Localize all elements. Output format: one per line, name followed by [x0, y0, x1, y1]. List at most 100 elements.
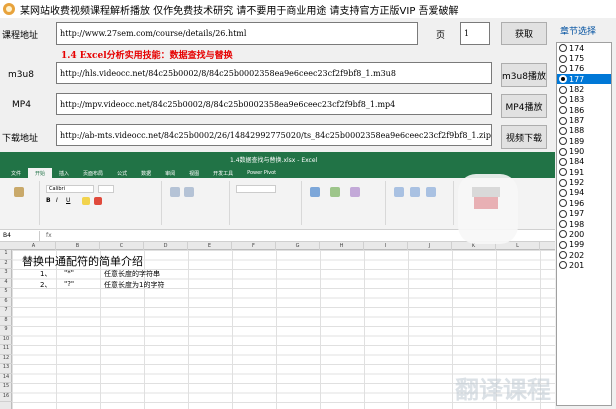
radio-button[interactable]: [559, 137, 567, 146]
chapter-item[interactable]: 197: [557, 209, 611, 219]
radio-button[interactable]: [559, 64, 567, 73]
radio-button[interactable]: [559, 95, 567, 104]
radio-button[interactable]: [559, 230, 567, 239]
chapter-label: 191: [569, 167, 585, 177]
ribbon-tab: 页面布局: [83, 170, 104, 177]
radio-button[interactable]: [559, 251, 567, 260]
row-header: 1: [0, 250, 12, 260]
title-bar: 某网站收费视频课程解析播放 仅作免费技术研究 请不要用于商业用途 请支持官方正版…: [0, 0, 616, 18]
chapter-item[interactable]: 175: [557, 53, 611, 63]
course-url-input[interactable]: http://www.27sem.com/course/details/26.h…: [56, 22, 418, 45]
font-group: Calibri B I U: [42, 181, 162, 225]
column-header: H: [320, 242, 364, 250]
radio-button[interactable]: [559, 75, 567, 84]
chapter-item[interactable]: 196: [557, 198, 611, 208]
chapter-label: 183: [569, 95, 585, 105]
chapter-item[interactable]: 184: [557, 157, 611, 167]
blurred-overlay-gray: [472, 187, 500, 197]
video-download-button[interactable]: 视频下载: [501, 125, 547, 149]
radio-button[interactable]: [559, 116, 567, 125]
chapter-item[interactable]: 187: [557, 115, 611, 125]
page-input[interactable]: 1: [460, 22, 490, 45]
chapter-item[interactable]: 183: [557, 95, 611, 105]
video-frame[interactable]: 1.4数据查找与替换.xlsx - Excel 文件 开始 插入 页面布局 公式 数据 审阅…: [0, 152, 555, 409]
course-url-label: 课程地址: [2, 31, 39, 41]
radio-button[interactable]: [559, 240, 567, 249]
row-header: 7: [0, 307, 12, 317]
chapter-item[interactable]: 189: [557, 136, 611, 146]
chapter-label: 192: [569, 178, 585, 188]
chapter-item[interactable]: 177: [557, 74, 611, 85]
chapter-item[interactable]: 194: [557, 188, 611, 198]
font-size-box: [98, 185, 114, 193]
chapter-label: 194: [569, 188, 585, 198]
chapter-item[interactable]: 188: [557, 126, 611, 136]
column-header: A: [12, 242, 56, 250]
name-box: B4: [0, 230, 40, 241]
m3u8-play-button[interactable]: m3u8播放: [501, 63, 547, 87]
row-header: 9: [0, 326, 12, 336]
ribbon-tab: 审阅: [165, 170, 176, 177]
underline-icon: U: [66, 197, 71, 204]
watermark: 翻译课程: [455, 376, 551, 404]
font-name-box: Calibri: [46, 185, 94, 193]
radio-button[interactable]: [559, 147, 567, 156]
chapter-item[interactable]: 200: [557, 229, 611, 239]
mp4-play-button[interactable]: MP4播放: [501, 94, 547, 118]
chapter-label: 188: [569, 126, 585, 136]
radio-button[interactable]: [559, 199, 567, 208]
fetch-button[interactable]: 获取: [501, 22, 547, 45]
chapter-item[interactable]: 199: [557, 240, 611, 250]
download-label: 下载地址: [2, 134, 39, 144]
radio-button[interactable]: [559, 178, 567, 187]
chapter-item[interactable]: 202: [557, 250, 611, 260]
wrap-text-icon: [184, 187, 194, 197]
insert-icon: [394, 187, 404, 197]
column-header: E: [188, 242, 232, 250]
chapter-item[interactable]: 198: [557, 219, 611, 229]
radio-button[interactable]: [559, 157, 567, 166]
chapter-item[interactable]: 176: [557, 64, 611, 74]
cell-styles-icon: [350, 187, 360, 197]
m3u8-url-input[interactable]: http://hls.videocc.net/84c25b0002/8/84c2…: [56, 62, 492, 84]
radio-button[interactable]: [559, 220, 567, 229]
chapter-item[interactable]: 182: [557, 84, 611, 94]
sheet-heading: 替换中通配符的简单介绍: [22, 255, 143, 268]
radio-button[interactable]: [559, 261, 567, 270]
chapter-item[interactable]: 186: [557, 105, 611, 115]
chapter-item[interactable]: 174: [557, 43, 611, 53]
clipboard-group: [2, 181, 40, 225]
chapter-label: 200: [569, 229, 585, 239]
mp4-url-input[interactable]: http://mpv.videocc.net/84c25b0002/8/84c2…: [56, 93, 492, 115]
radio-button[interactable]: [559, 209, 567, 218]
fx-icon: fx: [46, 232, 52, 239]
download-url-input[interactable]: http://ab-mts.videocc.net/84c25b0002/26/…: [56, 124, 492, 146]
chapter-label: 198: [569, 219, 585, 229]
chapter-label: 182: [569, 85, 585, 95]
radio-button[interactable]: [559, 168, 567, 177]
chapter-label: 196: [569, 198, 585, 208]
radio-button[interactable]: [559, 54, 567, 63]
ribbon-tab: Power Pivot: [247, 170, 277, 176]
radio-button[interactable]: [559, 126, 567, 135]
chapter-item[interactable]: 192: [557, 177, 611, 187]
chapter-item[interactable]: 201: [557, 260, 611, 270]
radio-button[interactable]: [559, 106, 567, 115]
chapter-label: 201: [569, 260, 585, 270]
chapter-label: 199: [569, 240, 585, 250]
alignment-group: [164, 181, 230, 225]
radio-button[interactable]: [559, 188, 567, 197]
number-group: [232, 181, 302, 225]
chapter-label: 186: [569, 105, 585, 115]
align-icon: [170, 187, 180, 197]
radio-button[interactable]: [559, 44, 567, 53]
m3u8-label: m3u8: [8, 70, 34, 80]
chapter-list[interactable]: 174 175 176 177 182 183 186 187 188 189 190 184 191 1…: [556, 42, 612, 406]
chapter-item[interactable]: 190: [557, 146, 611, 156]
chapter-item[interactable]: 191: [557, 167, 611, 177]
page-label: 页: [436, 31, 446, 41]
conditional-format-icon: [310, 187, 320, 197]
radio-button[interactable]: [559, 85, 567, 94]
chapter-label: 187: [569, 116, 585, 126]
row-header: 3: [0, 269, 12, 279]
